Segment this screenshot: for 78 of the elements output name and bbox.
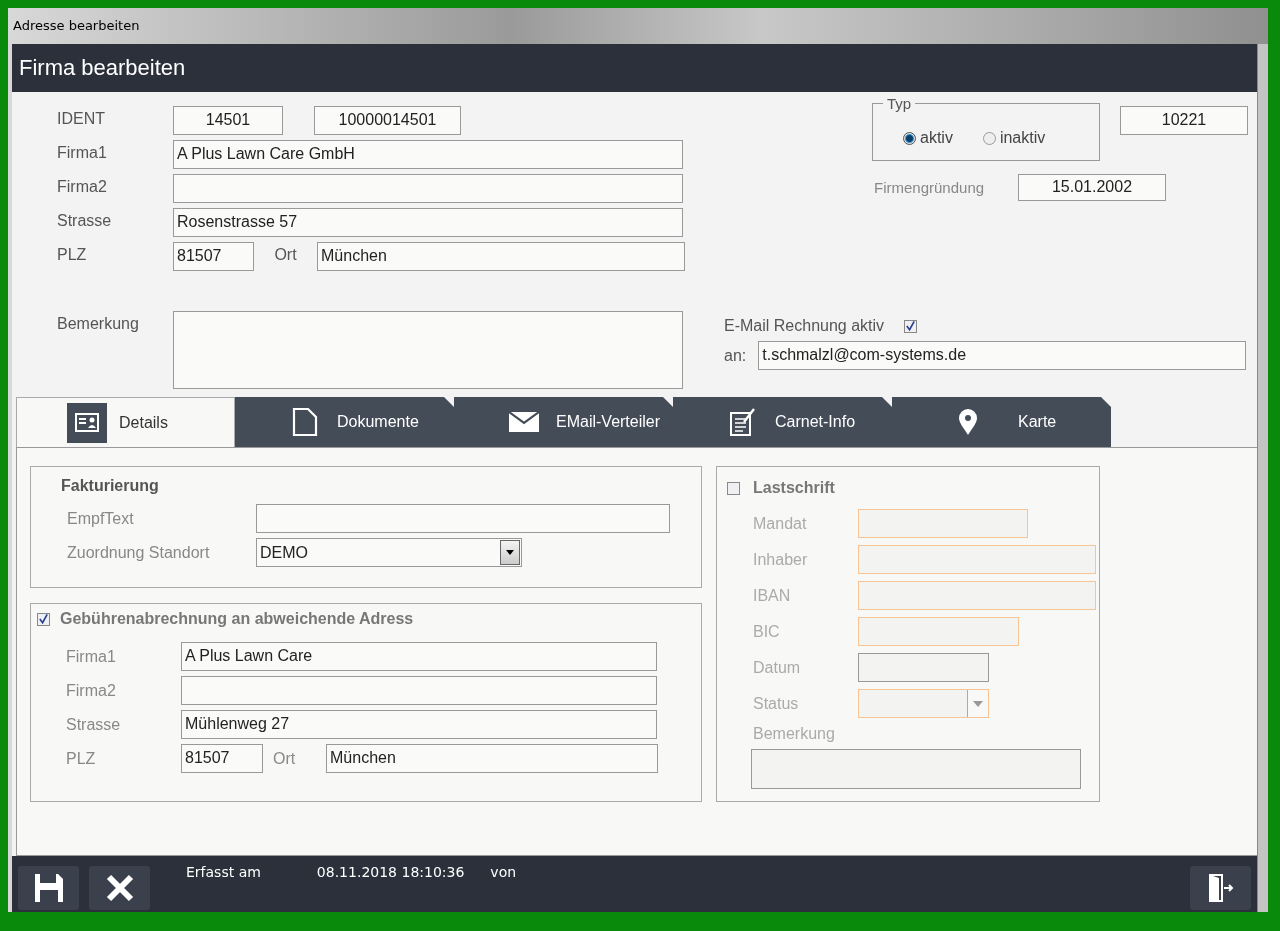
group-title: Fakturierung: [61, 477, 160, 495]
created-label: Erfasst am: [186, 864, 261, 880]
location-dropdown[interactable]: DEMO: [256, 538, 522, 567]
zip-field[interactable]: 81507: [173, 242, 254, 271]
field-label: Firma1: [66, 647, 117, 666]
field-label: IDENT: [57, 109, 106, 128]
group-title: Gebührenabrechnung an abweichende Adress: [60, 610, 414, 628]
ident-field[interactable]: 14501: [173, 106, 283, 135]
input-field[interactable]: [858, 545, 1096, 574]
city-field[interactable]: München: [317, 242, 685, 271]
form-title: Firma bearbeiten: [19, 55, 186, 81]
field-label: Firma1: [57, 143, 108, 162]
field-label: Mandat: [753, 514, 808, 533]
input-field[interactable]: A Plus Lawn Care: [181, 642, 657, 671]
close-icon: [105, 874, 134, 902]
remark-field[interactable]: [173, 311, 683, 389]
group-title: Lastschrift: [753, 479, 835, 497]
radio-option[interactable]: aktiv: [903, 129, 953, 147]
city-field[interactable]: München: [326, 744, 658, 773]
field-label: Firmengründung: [874, 179, 986, 196]
status-dropdown[interactable]: [858, 689, 989, 718]
date-field[interactable]: 15.01.2002: [1018, 174, 1166, 201]
input-field[interactable]: [858, 509, 1028, 538]
scrollbar[interactable]: [1257, 44, 1268, 912]
notepad-icon: [730, 408, 756, 436]
door-exit-icon: [1207, 874, 1234, 902]
tab[interactable]: Karte: [892, 397, 1111, 447]
email-field[interactable]: t.schmalzl@com-systems.de: [758, 341, 1247, 370]
created-timestamp: 08.11.2018 18:10:36: [316, 864, 465, 880]
field-label: Bemerkung: [57, 314, 140, 333]
field-label: Firma2: [57, 177, 108, 196]
field-label: an:: [724, 346, 747, 365]
field-label: IBAN: [753, 586, 792, 605]
zip-field[interactable]: 81507: [181, 744, 263, 773]
id-card-icon: [67, 402, 107, 443]
input-field[interactable]: [858, 581, 1096, 610]
input-field[interactable]: Mühlenweg 27: [181, 710, 657, 739]
number-field[interactable]: 10221: [1120, 106, 1248, 135]
field-label: BIC: [753, 622, 781, 641]
field-label: PLZ: [57, 245, 88, 264]
field-label: Firma2: [66, 681, 117, 700]
checkbox[interactable]: [904, 319, 918, 333]
window-title: Adresse bearbeiten: [13, 17, 140, 33]
tab[interactable]: Dokumente: [235, 397, 454, 447]
field-label: Inhaber: [753, 550, 809, 569]
field-label: Strasse: [66, 715, 122, 734]
save-button[interactable]: [18, 866, 79, 910]
exit-button[interactable]: [1190, 866, 1251, 910]
map-pin-icon: [958, 408, 978, 436]
field-label: Ort: [273, 245, 298, 264]
field-label: Ort: [272, 749, 297, 768]
input-field[interactable]: [173, 174, 683, 203]
field-label: EmpfText: [67, 509, 135, 528]
checkbox[interactable]: [727, 481, 740, 495]
field-label: Datum: [753, 658, 802, 677]
document-icon: [292, 407, 318, 437]
field-label: E-Mail Rechnung aktiv: [724, 317, 885, 335]
tab[interactable]: EMail-Verteiler: [454, 397, 673, 447]
remark-field[interactable]: [751, 749, 1081, 789]
envelope-icon: [509, 412, 539, 432]
field-label: Status: [753, 694, 800, 713]
input-field[interactable]: [256, 504, 670, 533]
input-field[interactable]: Rosenstrasse 57: [173, 208, 683, 237]
input-field[interactable]: A Plus Lawn Care GmbH: [173, 140, 683, 169]
ident-field[interactable]: 10000014501: [314, 106, 461, 135]
tab[interactable]: Carnet-Info: [673, 397, 892, 447]
cancel-button[interactable]: [89, 866, 150, 910]
field-label: Bemerkung: [753, 725, 836, 743]
tab[interactable]: Details: [16, 397, 235, 447]
input-field[interactable]: [858, 653, 989, 682]
author-label: von: [490, 864, 517, 880]
input-field[interactable]: [181, 676, 657, 705]
field-label: Zuordnung Standort: [67, 543, 211, 562]
field-label: PLZ: [66, 749, 97, 768]
checkbox[interactable]: [37, 612, 50, 626]
field-label: Strasse: [57, 211, 113, 230]
radio-option[interactable]: inaktiv: [982, 129, 1046, 147]
input-field[interactable]: [858, 617, 1019, 646]
